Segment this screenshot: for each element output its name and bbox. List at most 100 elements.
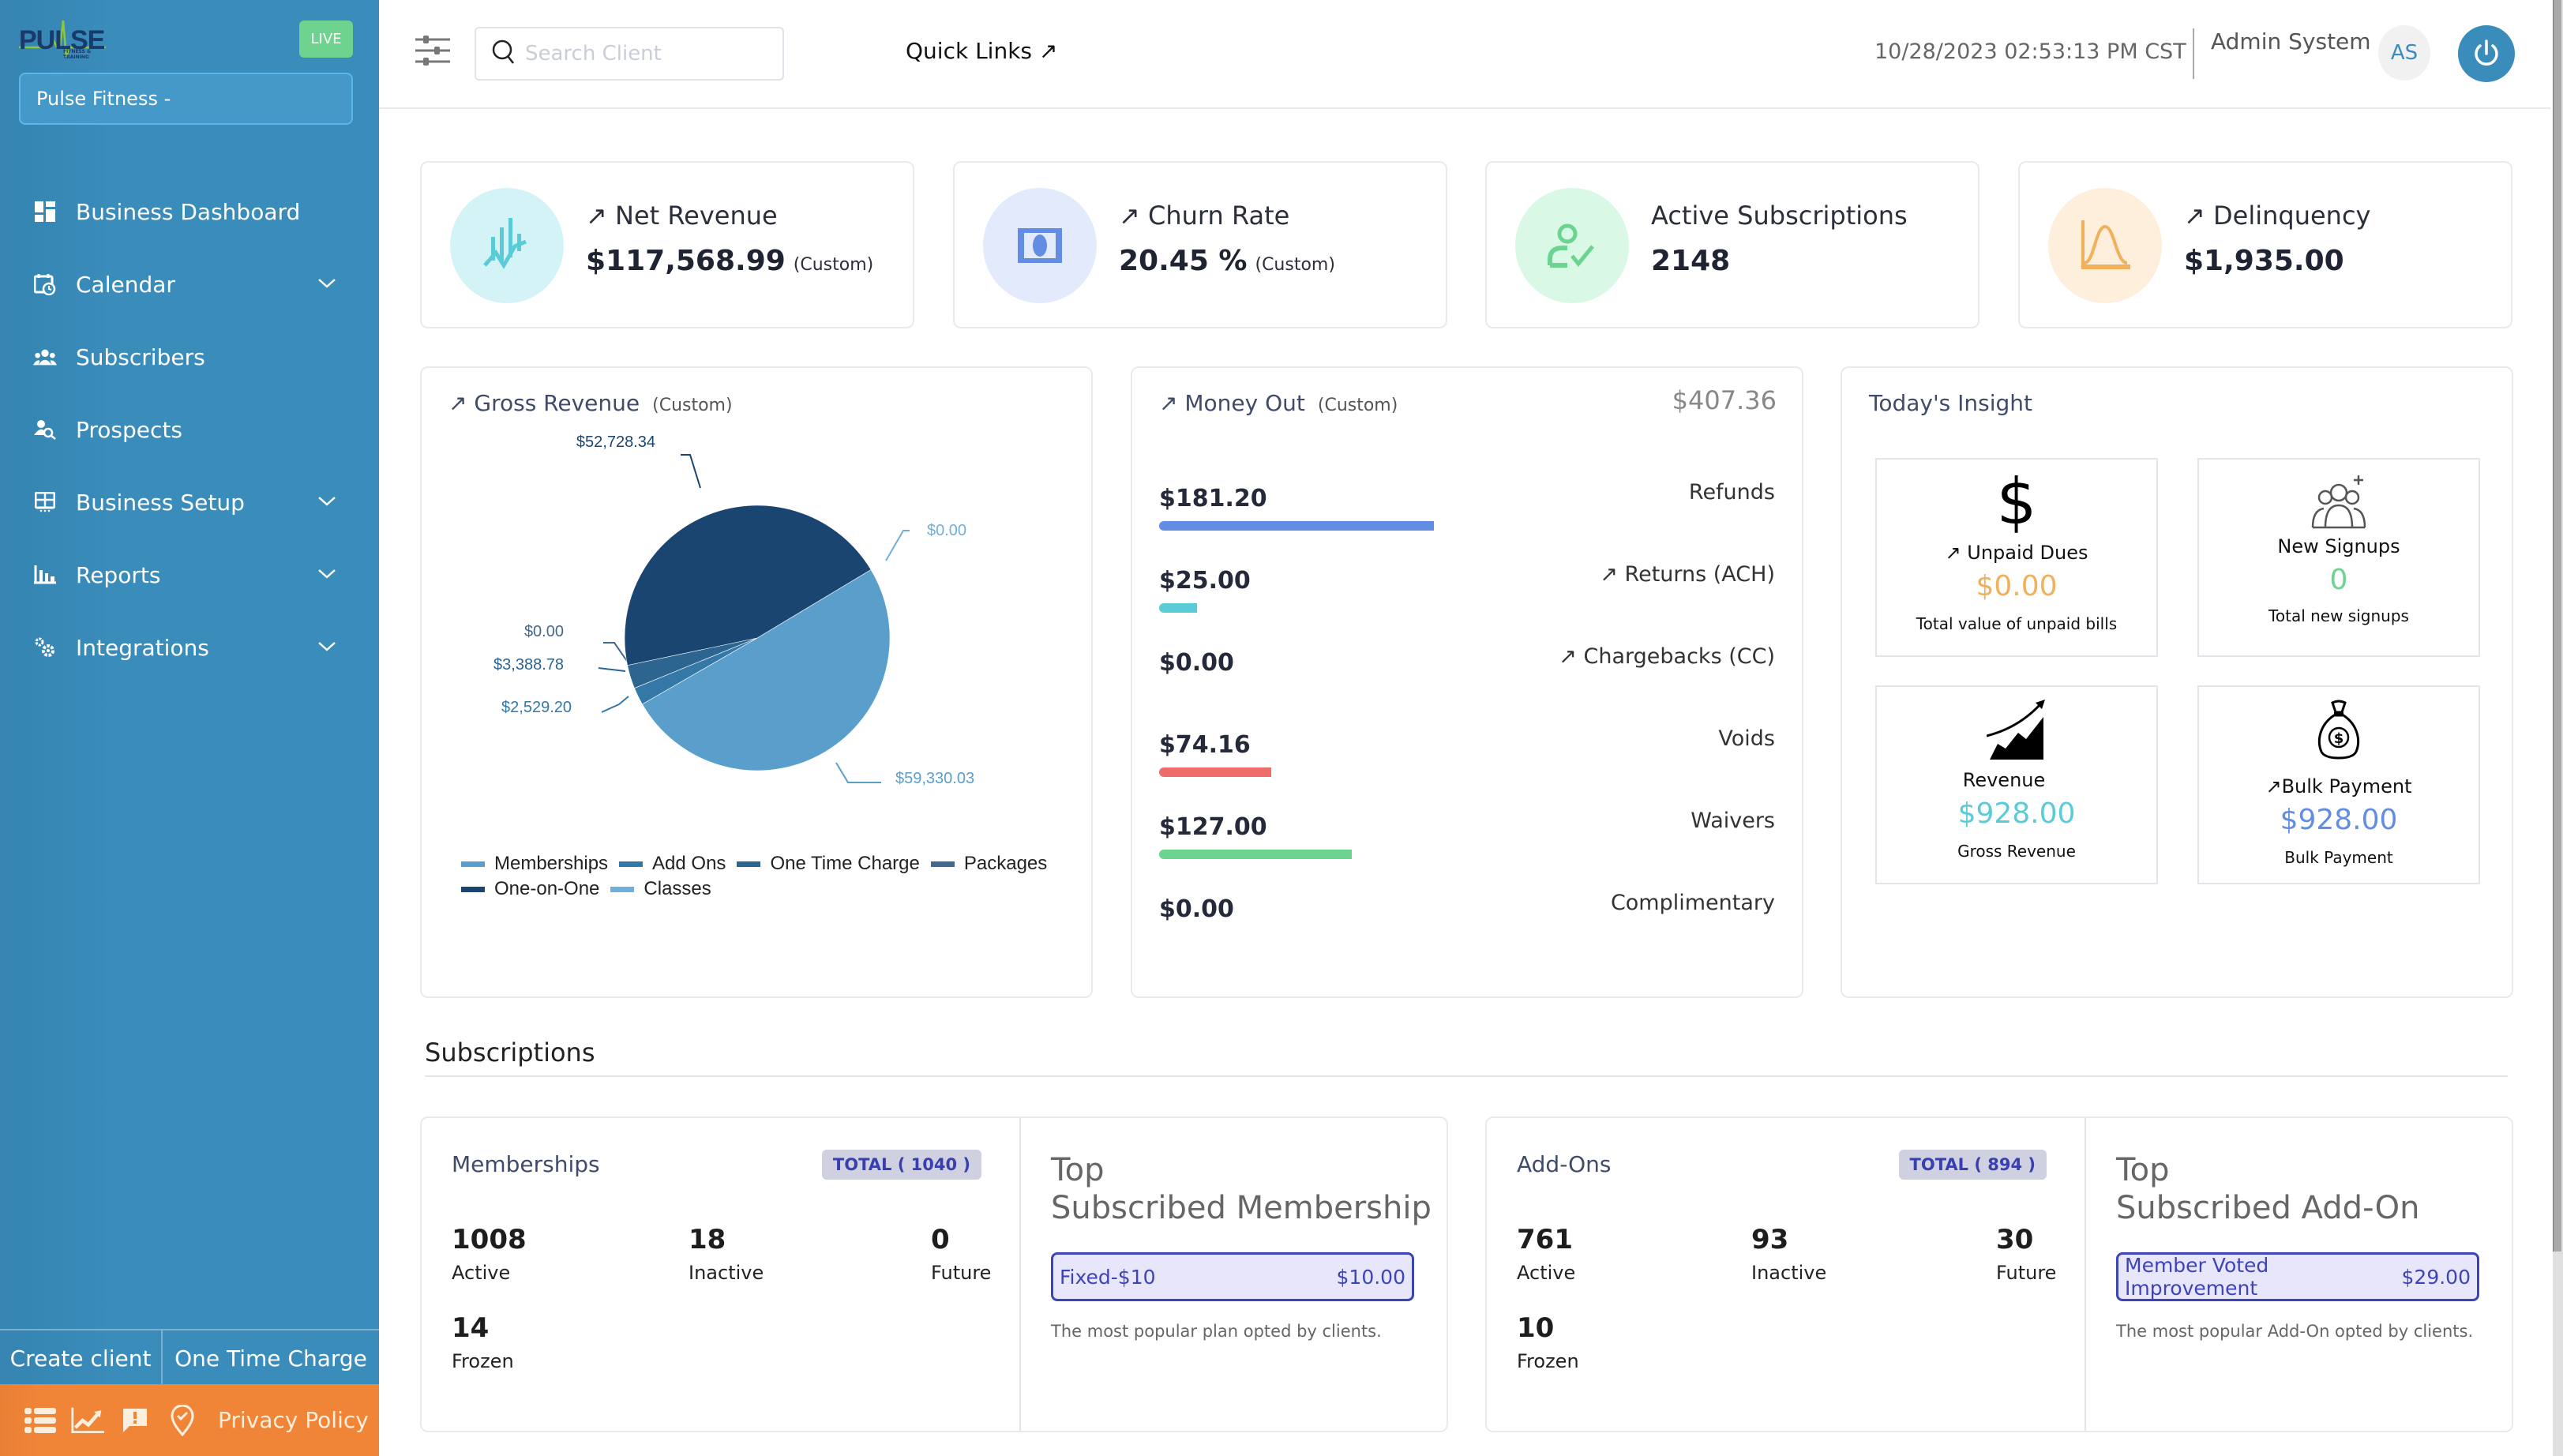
sidebar-footer: Privacy Policy (0, 1384, 379, 1456)
kpi-churn-rate[interactable]: ↗ Churn Rate 20.45 % (Custom) (953, 161, 1447, 328)
chart-legend: Memberships Add Ons One Time Charge Package… (461, 853, 1061, 900)
search-box (475, 27, 784, 81)
business-selector[interactable]: Pulse Fitness - (19, 73, 353, 125)
pie-data-label: $2,529.20 (501, 699, 572, 716)
insight-title: New Signups (2277, 535, 2400, 557)
sidebar-actions: Create client One Time Charge (0, 1329, 379, 1386)
chevron-down-icon[interactable] (317, 277, 341, 292)
money-out-row: $181.20 Refunds (1159, 480, 1775, 556)
stat-future[interactable]: 30 Future (1996, 1224, 2056, 1284)
kpi-delinquency[interactable]: ↗ Delinquency $1,935.00 (2018, 161, 2512, 328)
stat-inactive[interactable]: 93 Inactive (1751, 1224, 1826, 1284)
stat-active[interactable]: 1008 Active (452, 1224, 527, 1284)
sidebar-item-reports[interactable]: Reports (0, 538, 379, 611)
money-out-label[interactable]: ↗ Returns (ACH) (1600, 562, 1775, 587)
kpi-net-revenue[interactable]: ↗ Net Revenue $117,568.99 (Custom) (420, 161, 914, 328)
pie-label-leader (885, 530, 910, 561)
kpi-title[interactable]: ↗ Delinquency (2184, 201, 2370, 231)
money-out-row[interactable]: $25.00 ↗ Returns (ACH) (1159, 562, 1775, 638)
pulse-logo[interactable]: PULSE FITNESS & TRAINING (19, 17, 106, 60)
pie-label-leader (835, 762, 881, 783)
money-out-row: $74.16 Voids (1159, 726, 1775, 802)
quick-links-link[interactable]: Quick Links ↗ (906, 38, 1057, 64)
stat-frozen[interactable]: 10 Frozen (1517, 1312, 1579, 1372)
legend-item[interactable]: Packages (930, 853, 1047, 875)
search-icon (492, 39, 516, 68)
money-out-amount: $0.00 (1159, 895, 1234, 923)
insight-bulk-payment[interactable]: $ ↗Bulk Payment $928.00 Bulk Payment (2197, 685, 2480, 884)
insight-unpaid-dues[interactable]: $ ↗ Unpaid Dues $0.00 Total value of unp… (1875, 458, 2158, 657)
stat-active[interactable]: 761 Active (1517, 1224, 1575, 1284)
logout-button[interactable] (2458, 25, 2515, 82)
trend-chart-icon[interactable] (71, 1404, 104, 1437)
vertical-scrollbar[interactable] (2553, 0, 2563, 1456)
sidebar-item-label: Business Dashboard (76, 198, 301, 225)
chevron-down-icon[interactable] (317, 640, 341, 655)
legend-item[interactable]: Memberships (461, 853, 608, 875)
stat-future[interactable]: 0 Future (931, 1224, 991, 1284)
legend-item[interactable]: One Time Charge (737, 853, 920, 875)
create-client-button[interactable]: Create client (0, 1330, 163, 1386)
gross-revenue-panel: ↗ Gross Revenue (Custom) $59,330.03 $2,529… (420, 366, 1093, 998)
addons-total-badge: TOTAL ( 894 ) (1898, 1150, 2047, 1180)
sidebar-item-label: Business Setup (76, 489, 245, 516)
sidebar-item-business-dashboard[interactable]: Business Dashboard (0, 175, 379, 248)
legend-item[interactable]: Classes (610, 878, 711, 900)
current-datetime: 10/28/2023 02:53:13 PM CST (1874, 39, 2186, 64)
legend-swatch (461, 886, 485, 892)
list-icon[interactable] (24, 1404, 57, 1437)
money-out-amount: $0.00 (1159, 649, 1234, 677)
insight-new-signups[interactable]: New Signups 0 Total new signups (2197, 458, 2480, 657)
sidebar-item-business-setup[interactable]: Business Setup (0, 466, 379, 538)
money-out-bar (1159, 521, 1434, 531)
chevron-down-icon[interactable] (317, 495, 341, 510)
filter-sliders-icon[interactable] (415, 35, 455, 71)
sidebar-item-label: Prospects (76, 416, 182, 443)
feedback-icon[interactable] (118, 1404, 152, 1437)
stat-frozen[interactable]: 14 Frozen (452, 1312, 514, 1372)
top-addon-pill[interactable]: Member Voted Improvement $29.00 (2116, 1252, 2479, 1301)
external-link-icon: ↗ (586, 201, 615, 231)
money-out-total: $407.36 (1672, 385, 1777, 415)
legend-item[interactable]: One-on-One (461, 878, 599, 900)
one-time-charge-button[interactable]: One Time Charge (163, 1330, 379, 1386)
external-link-icon: ↗ (2184, 201, 2213, 231)
kpi-value: $117,568.99 (Custom) (586, 245, 874, 277)
insight-value: $928.00 (2280, 804, 2398, 836)
live-badge: LIVE (299, 21, 353, 58)
scrollbar-thumb[interactable] (2553, 0, 2561, 1251)
kpi-title[interactable]: ↗ Churn Rate (1119, 201, 1289, 231)
legend-item[interactable]: Add Ons (619, 853, 726, 875)
insight-title: Revenue (1962, 769, 2046, 791)
sidebar-item-calendar[interactable]: Calendar (0, 248, 379, 321)
calendar-clock-icon (33, 272, 57, 296)
money-out-label: Voids (1718, 726, 1775, 751)
search-input[interactable] (525, 42, 778, 66)
location-check-icon[interactable] (166, 1404, 199, 1437)
money-out-amount: $25.00 (1159, 567, 1251, 595)
kpi-active-subscriptions: Active Subscriptions 2148 (1485, 161, 1979, 328)
sidebar-item-subscribers[interactable]: Subscribers (0, 321, 379, 393)
money-out-label[interactable]: ↗ Chargebacks (CC) (1559, 644, 1775, 669)
legend-swatch (619, 861, 644, 867)
topbar: Quick Links ↗ 10/28/2023 02:53:13 PM CST… (379, 0, 2550, 109)
sidebar-item-integrations[interactable]: Integrations (0, 611, 379, 684)
pie-data-label: $0.00 (927, 522, 966, 539)
kpi-title[interactable]: ↗ Net Revenue (586, 201, 778, 231)
avatar[interactable]: AS (2378, 25, 2430, 81)
sidebar-item-prospects[interactable]: Prospects (0, 393, 379, 466)
privacy-policy-link[interactable]: Privacy Policy (218, 1407, 369, 1433)
money-out-row[interactable]: $0.00 ↗ Chargebacks (CC) (1159, 644, 1775, 720)
money-out-title[interactable]: ↗ Money Out (Custom) (1159, 390, 1398, 416)
legend-swatch (737, 861, 761, 867)
money-out-amount: $181.20 (1159, 485, 1267, 512)
stat-inactive[interactable]: 18 Inactive (689, 1224, 764, 1284)
todays-insight-panel: Today's Insight $ ↗ Unpaid Dues $0.00 To… (1841, 366, 2513, 998)
sidebar: PULSE FITNESS & TRAINING LIVE Pulse Fitn… (0, 0, 379, 1456)
bar-chart-icon (33, 563, 57, 587)
external-link-icon: ↗ (2265, 775, 2282, 797)
top-membership-pill[interactable]: Fixed-$10 $10.00 (1051, 1252, 1414, 1301)
top-addon-heading: Top Subscribed Add-On (2116, 1152, 2420, 1226)
chevron-down-icon[interactable] (317, 568, 341, 583)
group-icon (33, 345, 57, 369)
